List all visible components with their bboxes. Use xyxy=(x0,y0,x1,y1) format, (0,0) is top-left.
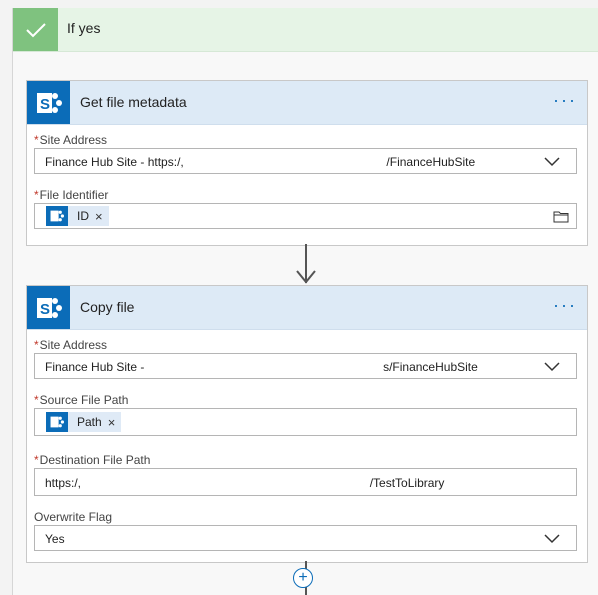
token-label: Path xyxy=(77,415,102,429)
yes-branch-title: If yes xyxy=(67,20,101,36)
dynamic-content-token[interactable]: ID × xyxy=(46,206,109,226)
site-address-select[interactable]: Finance Hub Site - s/FinanceHubSite xyxy=(34,353,577,379)
svg-text:S: S xyxy=(40,96,50,113)
sharepoint-icon xyxy=(46,412,68,432)
token-label: ID xyxy=(77,209,89,223)
site-address-value: Finance Hub Site - https:/, /FinanceHubS… xyxy=(45,155,476,169)
file-identifier-field[interactable]: ID × xyxy=(34,203,577,229)
file-identifier-label: *File Identifier xyxy=(34,188,109,202)
yes-branch-header[interactable]: If yes xyxy=(13,8,598,52)
site-address-select[interactable]: Finance Hub Site - https:/, /FinanceHubS… xyxy=(34,148,577,174)
svg-text:S: S xyxy=(40,301,50,318)
overwrite-flag-value: Yes xyxy=(45,532,65,546)
more-icon[interactable]: ··· xyxy=(553,296,577,314)
more-icon[interactable]: ··· xyxy=(553,91,577,109)
remove-token-icon[interactable]: × xyxy=(108,415,116,430)
source-file-path-field[interactable]: Path × xyxy=(34,408,577,436)
destination-file-path-value: https:/, /TestToLibrary xyxy=(45,476,445,490)
chevron-down-icon[interactable] xyxy=(544,153,560,169)
overwrite-flag-select[interactable]: Yes xyxy=(34,525,577,551)
checkmark-icon xyxy=(13,8,58,51)
chevron-down-icon[interactable] xyxy=(544,358,560,374)
card-header[interactable]: S Copy file ··· xyxy=(27,286,587,330)
card-title: Copy file xyxy=(80,299,135,315)
site-address-label: *Site Address xyxy=(34,338,108,352)
card-title: Get file metadata xyxy=(80,94,187,110)
source-file-path-label: *Source File Path xyxy=(34,393,129,407)
yes-branch: If yes S Get file metadata ··· *Site Add… xyxy=(12,8,598,595)
chevron-down-icon[interactable] xyxy=(544,530,560,546)
remove-token-icon[interactable]: × xyxy=(95,209,103,224)
copy-file-card: S Copy file ··· *Site Address Finance Hu… xyxy=(26,285,588,563)
arrow-down-icon xyxy=(296,270,316,284)
folder-icon[interactable] xyxy=(553,210,569,223)
sharepoint-icon: S xyxy=(27,286,70,329)
card-header[interactable]: S Get file metadata ··· xyxy=(27,81,587,125)
destination-file-path-field[interactable]: https:/, /TestToLibrary xyxy=(34,468,577,496)
get-file-metadata-card: S Get file metadata ··· *Site Address Fi… xyxy=(26,80,588,246)
add-step-icon[interactable]: + xyxy=(293,568,313,588)
dynamic-content-token[interactable]: Path × xyxy=(46,412,122,432)
site-address-value: Finance Hub Site - s/FinanceHubSite xyxy=(45,360,478,374)
site-address-label: *Site Address xyxy=(34,133,108,147)
overwrite-flag-label: Overwrite Flag xyxy=(34,510,113,524)
sharepoint-icon: S xyxy=(27,81,70,124)
destination-file-path-label: *Destination File Path xyxy=(34,453,151,467)
sharepoint-icon xyxy=(46,206,68,226)
